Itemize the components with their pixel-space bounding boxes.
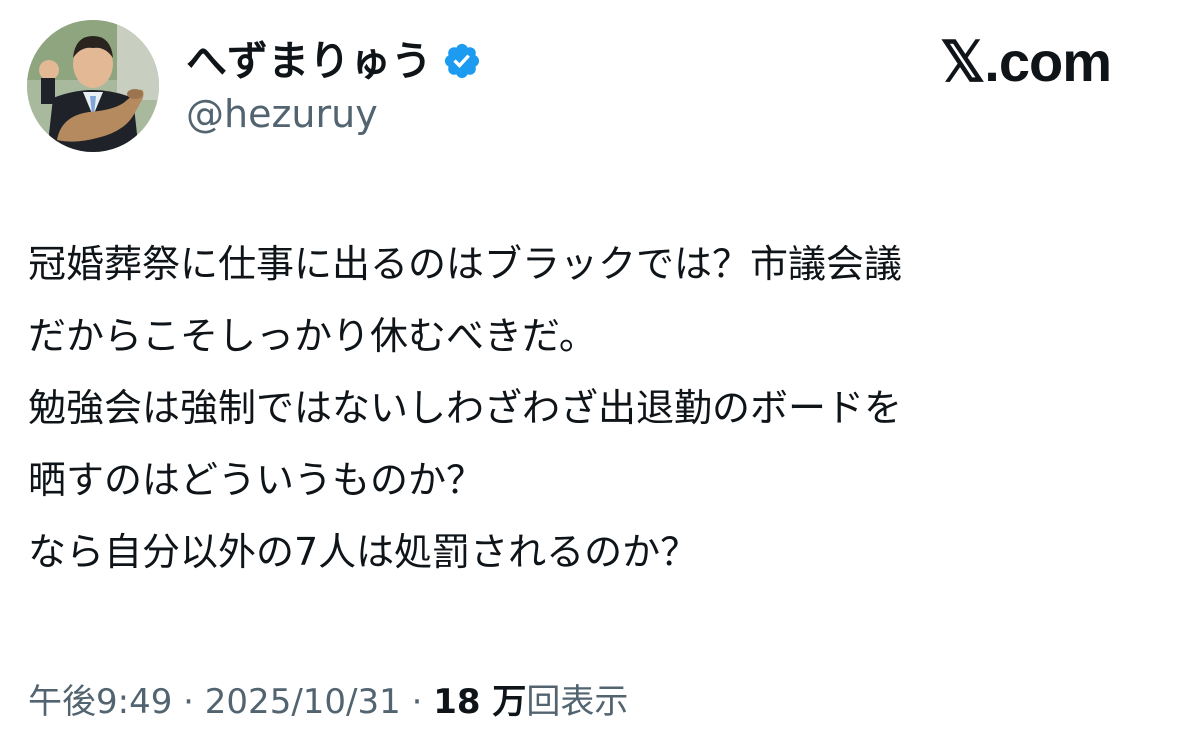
avatar-photo bbox=[27, 20, 159, 152]
tweet-meta: 午後9:49 · 2025/10/31 · 18 万回表示 bbox=[28, 680, 628, 724]
meta-separator: · bbox=[400, 682, 434, 722]
display-name-row[interactable]: へずまりゅう bbox=[186, 38, 482, 84]
tweet-line: だからこそしっかり休むべきだ。 bbox=[28, 314, 597, 358]
display-name[interactable]: へずまりゅう bbox=[186, 38, 432, 84]
views-label: 回表示 bbox=[526, 682, 629, 722]
tweet-time[interactable]: 午後9:49 bbox=[28, 682, 172, 722]
x-logo-icon: 𝕏.com bbox=[940, 30, 1112, 93]
tweet-line: 勉強会は強制ではないしわざわざ出退勤のボードを bbox=[28, 386, 903, 430]
tweet-line: なら自分以外の7人は処罰されるのか？ bbox=[28, 530, 699, 574]
user-handle[interactable]: @hezuruy bbox=[186, 92, 378, 136]
views-count[interactable]: 18 万 bbox=[433, 682, 526, 722]
tweet-line: 晒すのはどういうものか？ bbox=[28, 458, 485, 502]
tweet-line: 冠婚葬祭に仕事に出るのはブラックでは？市議会議 bbox=[28, 242, 903, 286]
avatar[interactable] bbox=[27, 20, 159, 152]
verified-badge-icon bbox=[442, 41, 482, 81]
tweet-date[interactable]: 2025/10/31 bbox=[205, 682, 401, 722]
tweet-text: 冠婚葬祭に仕事に出るのはブラックでは？市議会議 だからこそしっかり休むべきだ。 … bbox=[28, 228, 1153, 588]
meta-separator: · bbox=[172, 682, 205, 722]
